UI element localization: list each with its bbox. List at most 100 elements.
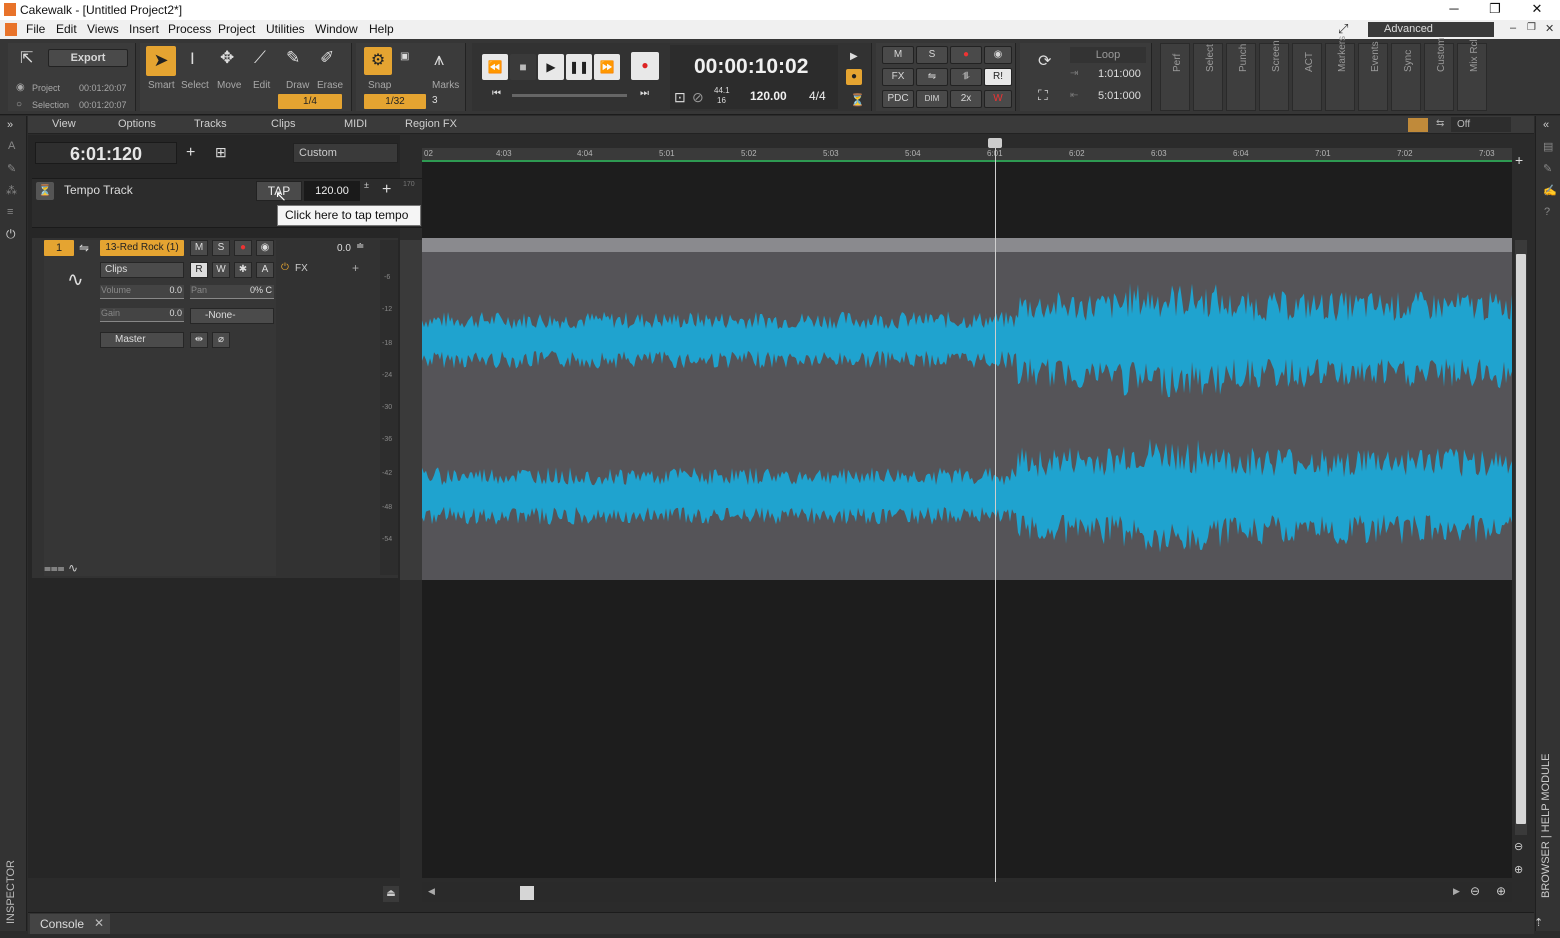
- write-automation-icon[interactable]: W: [984, 90, 1012, 108]
- read-automation-button[interactable]: R!: [984, 68, 1012, 86]
- snap-options-icon[interactable]: ▣: [400, 51, 409, 62]
- double-button[interactable]: 2x: [950, 90, 982, 108]
- rewind-button[interactable]: ⏪: [482, 54, 508, 80]
- freeze-icon[interactable]: ✱: [234, 262, 252, 278]
- module-punch[interactable]: Punch: [1226, 43, 1256, 111]
- doc-minimize-icon[interactable]: –: [1510, 22, 1516, 34]
- volume-slider[interactable]: Volume 0.0: [100, 285, 184, 299]
- tempo-spin-icon[interactable]: ±: [364, 180, 369, 190]
- solo-all-button[interactable]: S: [916, 46, 948, 64]
- tv-menu-midi[interactable]: MIDI: [344, 118, 367, 130]
- menu-window[interactable]: Window: [315, 22, 358, 36]
- marks-icon[interactable]: ⩚: [434, 49, 444, 70]
- menu-process[interactable]: Process: [168, 22, 211, 36]
- module-markers[interactable]: Markers: [1325, 36, 1355, 111]
- track-pane-collapse-icon[interactable]: ⏏: [383, 886, 399, 902]
- track-level-spin-icon[interactable]: ≐: [356, 241, 364, 252]
- list-icon[interactable]: ≡: [7, 206, 13, 218]
- metronome-icon[interactable]: ⊘: [692, 89, 704, 106]
- position-slider[interactable]: [512, 94, 627, 97]
- tool-size-field[interactable]: 1/4: [278, 94, 342, 109]
- horizontal-scroll-thumb[interactable]: [520, 886, 534, 900]
- track-name[interactable]: 13-Red Rock (1): [100, 240, 184, 256]
- tv-menu-view[interactable]: View: [52, 118, 76, 130]
- arrow-icon[interactable]: ⇆: [1436, 118, 1444, 129]
- play-button[interactable]: ▶: [538, 54, 564, 80]
- interleave-icon[interactable]: ⌀: [212, 332, 230, 348]
- inspector-tab[interactable]: INSPECTOR: [5, 860, 17, 924]
- loop-end[interactable]: 5:01:000: [1098, 90, 1141, 102]
- zoom-out-vertical-icon[interactable]: ⊖: [1514, 840, 1523, 853]
- move-tool-icon[interactable]: ✥: [220, 48, 234, 68]
- meter-readout[interactable]: 4/4: [809, 89, 826, 103]
- menu-views[interactable]: Views: [87, 22, 119, 36]
- metronome-icon-tempo[interactable]: ⏳: [36, 182, 54, 200]
- add-fx-icon[interactable]: +: [352, 261, 359, 275]
- fx-power-icon[interactable]: ⏻: [281, 262, 289, 273]
- mute-all-button[interactable]: M: [882, 46, 914, 64]
- track-solo-button[interactable]: S: [212, 240, 230, 256]
- draw-tool-icon[interactable]: ✎: [286, 48, 300, 68]
- add-marker-icon[interactable]: +: [1515, 152, 1523, 168]
- minimize-button[interactable]: ─: [1434, 1, 1474, 19]
- pause-button[interactable]: ❚❚: [566, 54, 592, 80]
- output-dropdown[interactable]: Master: [100, 332, 184, 348]
- automation-read-button[interactable]: R: [190, 262, 208, 278]
- midi-panic-icon[interactable]: ⇋: [916, 68, 948, 86]
- phase-icon[interactable]: ⇹: [190, 332, 208, 348]
- select-tool-icon[interactable]: Ι: [190, 49, 195, 69]
- track-view-mode-dropdown[interactable]: Clips: [100, 262, 184, 278]
- workspace-dropdown[interactable]: Advanced: [1368, 22, 1494, 37]
- smart-tool-icon[interactable]: ➤: [146, 46, 176, 76]
- pan-slider[interactable]: Pan 0% C: [190, 285, 274, 299]
- browser-tab[interactable]: BROWSER | HELP MODULE: [1540, 754, 1552, 898]
- record-arm-all-icon[interactable]: ●: [950, 46, 982, 64]
- module-perf[interactable]: Perf: [1160, 43, 1190, 111]
- close-button[interactable]: ✕: [1517, 1, 1557, 19]
- fx-bypass-button[interactable]: FX: [882, 68, 914, 86]
- automation-icon[interactable]: ⥮: [950, 68, 982, 86]
- app-menu-icon[interactable]: [5, 23, 17, 36]
- plugin-icon[interactable]: ✎: [1543, 162, 1552, 175]
- track-preset-dropdown[interactable]: Custom: [293, 143, 398, 163]
- menu-help[interactable]: Help: [369, 22, 394, 36]
- insert-tempo-icon[interactable]: +: [382, 181, 391, 199]
- record-mode-icon[interactable]: ●: [846, 69, 862, 85]
- dim-button[interactable]: DIM: [916, 90, 948, 108]
- track-settings-icon[interactable]: ⇋: [79, 241, 89, 255]
- collapse-browser-icon[interactable]: «: [1543, 119, 1549, 131]
- tv-menu-clips[interactable]: Clips: [271, 118, 295, 130]
- time-readout[interactable]: 00:00:10:02: [694, 55, 808, 79]
- track-echo-icon[interactable]: ◉: [256, 240, 274, 256]
- erase-tool-icon[interactable]: ✐: [320, 48, 334, 68]
- now-time-marker-icon[interactable]: [988, 138, 1002, 148]
- loop-start-icon[interactable]: ⇥: [1070, 68, 1078, 79]
- tv-menu-region-fx[interactable]: Region FX: [405, 118, 457, 130]
- export-button[interactable]: Export: [48, 49, 128, 67]
- tv-menu-tracks[interactable]: Tracks: [194, 118, 227, 130]
- snap-icon[interactable]: ⚙: [364, 47, 392, 75]
- automation-write-button[interactable]: W: [212, 262, 230, 278]
- module-select[interactable]: Select: [1193, 43, 1223, 111]
- export-icon[interactable]: ⇱: [20, 48, 33, 68]
- module-events[interactable]: Events: [1358, 41, 1388, 111]
- module-screen[interactable]: Screen: [1259, 40, 1289, 111]
- scroll-left-icon[interactable]: ◀: [428, 886, 435, 897]
- menu-file[interactable]: File: [26, 22, 45, 36]
- stop-button[interactable]: ■: [510, 54, 536, 80]
- zoom-in-icon[interactable]: ⊕: [1496, 884, 1506, 898]
- close-console-icon[interactable]: ✕: [94, 916, 104, 930]
- module-sync[interactable]: Sync: [1391, 43, 1421, 111]
- go-to-end-icon[interactable]: ⏭: [640, 88, 649, 99]
- horizontal-scrollbar[interactable]: ◀ ▶ ⊖ ⊕: [422, 882, 1512, 902]
- snap-off-dropdown[interactable]: Off: [1451, 117, 1511, 132]
- restore-button[interactable]: ❐: [1475, 1, 1515, 19]
- track-mute-button[interactable]: M: [190, 240, 208, 256]
- waveform-icon[interactable]: ⁂: [6, 184, 17, 197]
- tempo-value-field[interactable]: 120.00: [304, 181, 360, 201]
- automation-lanes-icon[interactable]: ∿: [68, 561, 78, 575]
- fast-forward-button[interactable]: ⏩: [594, 54, 620, 80]
- module-act[interactable]: ACT: [1292, 43, 1322, 111]
- zoom-in-vertical-icon[interactable]: ⊕: [1514, 863, 1523, 876]
- loop-fit-icon[interactable]: ⛶: [1038, 87, 1048, 104]
